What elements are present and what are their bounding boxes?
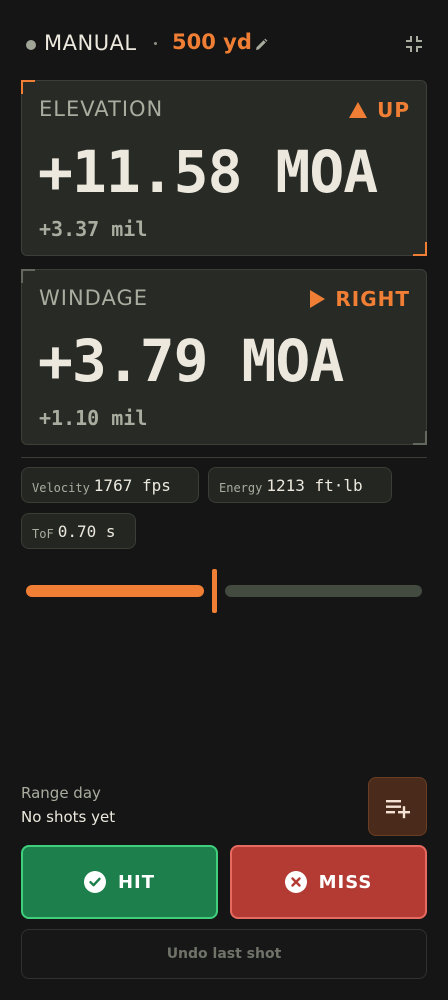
hit-label: HIT [117, 871, 156, 893]
elevation-card: ELEVATION UP +11.58 MOA +3.37 mil [21, 80, 427, 256]
corner-bracket [413, 431, 427, 445]
arrow-right-icon [310, 290, 326, 308]
energy-value: 1213 ft·lb [266, 475, 363, 495]
collapse-icon[interactable] [404, 34, 424, 54]
tof-value: 0.70 s [57, 521, 116, 541]
miss-button[interactable]: MISS [230, 845, 427, 919]
mode-label[interactable]: MANUAL [44, 31, 137, 55]
status-dot [26, 40, 36, 50]
elevation-direction-label: UP [377, 98, 410, 122]
session-title: Range day [21, 784, 101, 802]
session-status: No shots yet [21, 808, 116, 826]
slider-track[interactable] [225, 585, 422, 597]
windage-label: WINDAGE [39, 286, 149, 310]
hit-button[interactable]: HIT [21, 845, 218, 919]
add-shot-log-button[interactable] [368, 777, 427, 836]
elevation-moa-value: +11.58 MOA [38, 138, 378, 206]
tof-label: ToF [32, 526, 54, 541]
section-divider [21, 457, 427, 458]
windage-moa-value: +3.79 MOA [38, 327, 344, 395]
pencil-icon[interactable] [254, 38, 268, 52]
velocity-value: 1767 fps [93, 475, 171, 495]
corner-bracket [413, 242, 427, 256]
undo-last-shot-button[interactable]: Undo last shot [21, 929, 427, 979]
range-value[interactable]: 500 yd [172, 30, 252, 54]
header-bar: MANUAL 500 yd [24, 30, 424, 58]
windage-direction-label: RIGHT [335, 287, 410, 311]
velocity-label: Velocity [32, 480, 90, 495]
slider-thumb[interactable] [212, 569, 217, 613]
elevation-label: ELEVATION [39, 97, 164, 121]
windage-direction: RIGHT [310, 287, 410, 311]
velocity-chip: Velocity 1767 fps [21, 467, 199, 503]
range-slider[interactable] [26, 568, 422, 614]
playlist-add-icon [385, 799, 410, 818]
arrow-up-icon [349, 102, 368, 118]
slider-fill [26, 585, 204, 597]
energy-label: Energy [219, 480, 263, 495]
corner-bracket [21, 269, 35, 283]
check-circle-icon [83, 871, 106, 893]
energy-chip: Energy 1213 ft·lb [208, 467, 392, 503]
corner-bracket [21, 80, 35, 94]
undo-label: Undo last shot [166, 946, 282, 962]
close-circle-icon [284, 871, 307, 893]
windage-mil-value: +1.10 mil [39, 406, 148, 430]
elevation-mil-value: +3.37 mil [39, 217, 148, 241]
miss-label: MISS [318, 871, 373, 893]
separator-dot [154, 42, 157, 45]
elevation-direction: UP [349, 98, 410, 122]
tof-chip: ToF 0.70 s [21, 513, 136, 549]
windage-card: WINDAGE RIGHT +3.79 MOA +1.10 mil [21, 269, 427, 445]
